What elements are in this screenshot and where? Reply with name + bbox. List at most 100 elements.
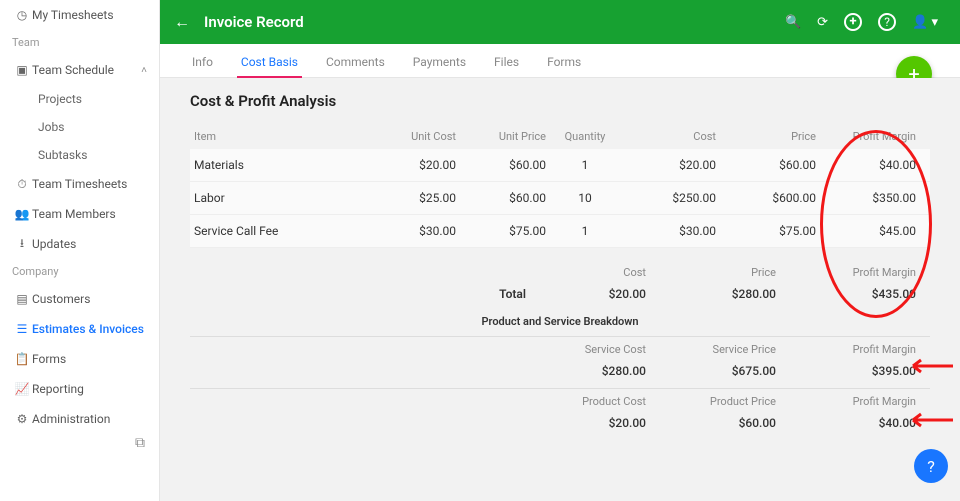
table-row: Materials$20.00$60.001$20.00$60.00$40.00 bbox=[190, 149, 930, 182]
sidebar-item-subtasks[interactable]: Subtasks bbox=[0, 141, 159, 169]
cell-cost: $20.00 bbox=[620, 149, 720, 181]
sidebar-item-estimates-invoices[interactable]: ☰ Estimates & Invoices bbox=[0, 314, 159, 344]
tab-bar: Info Cost Basis Comments Payments Files … bbox=[160, 44, 960, 78]
sidebar-item-label: Estimates & Invoices bbox=[32, 322, 147, 336]
sidebar-item-label: Team Members bbox=[32, 207, 147, 221]
account-menu[interactable]: 👤 ▾ bbox=[912, 15, 938, 30]
service-header: Service Cost Service Price Profit Margin bbox=[190, 339, 930, 360]
cell-profit-margin: $45.00 bbox=[820, 215, 920, 247]
product-price: $60.00 bbox=[650, 412, 780, 434]
cell-unit-price: $60.00 bbox=[460, 149, 550, 181]
refresh-icon[interactable]: ⟳ bbox=[817, 15, 828, 30]
sidebar-item-label: Updates bbox=[32, 237, 147, 251]
add-icon[interactable]: + bbox=[844, 13, 862, 31]
cell-unit-cost: $25.00 bbox=[370, 182, 460, 214]
sidebar-item-label: My Timesheets bbox=[32, 8, 147, 22]
label-cost: Cost bbox=[530, 262, 650, 283]
section-title: Cost & Profit Analysis bbox=[190, 92, 930, 110]
label-product-price: Product Price bbox=[650, 391, 780, 412]
label-price: Price bbox=[650, 262, 780, 283]
tab-comments[interactable]: Comments bbox=[312, 55, 399, 77]
service-price: $675.00 bbox=[650, 360, 780, 382]
breakdown-title: Product and Service Breakdown bbox=[190, 315, 930, 328]
tab-label: Payments bbox=[413, 55, 466, 69]
sidebar-item-administration[interactable]: ⚙ Administration bbox=[0, 404, 159, 434]
cell-unit-cost: $20.00 bbox=[370, 149, 460, 181]
collapse-sidebar-icon[interactable]: ⧉ bbox=[135, 435, 145, 451]
tab-label: Cost Basis bbox=[241, 55, 298, 69]
sidebar-item-label: Subtasks bbox=[38, 148, 87, 162]
sidebar-item-customers[interactable]: ▤ Customers bbox=[0, 284, 159, 314]
totals-row: Total $20.00 $280.00 $435.00 bbox=[190, 283, 930, 305]
sidebar-item-team-timesheets[interactable]: ⏱ Team Timesheets bbox=[0, 169, 159, 199]
download-icon: ⭳ bbox=[12, 234, 32, 255]
col-cost: Cost bbox=[620, 124, 720, 149]
col-price: Price bbox=[720, 124, 820, 149]
tab-label: Files bbox=[494, 55, 519, 69]
sidebar-item-label: Jobs bbox=[38, 120, 64, 134]
tab-files[interactable]: Files bbox=[480, 55, 533, 77]
sidebar-item-label: Projects bbox=[38, 92, 82, 106]
service-cost: $280.00 bbox=[530, 360, 650, 382]
cell-quantity: 1 bbox=[550, 215, 620, 247]
sidebar-item-label: Reporting bbox=[32, 382, 147, 396]
col-unit-price: Unit Price bbox=[460, 124, 550, 149]
clock-icon: ◷ bbox=[12, 8, 32, 22]
label-profit-margin: Profit Margin bbox=[780, 339, 920, 360]
label-product-cost: Product Cost bbox=[530, 391, 650, 412]
sidebar-item-reporting[interactable]: 📈 Reporting bbox=[0, 374, 159, 404]
content-area: Cost & Profit Analysis Item Unit Cost Un… bbox=[160, 78, 960, 501]
tab-info[interactable]: Info bbox=[178, 55, 227, 77]
cell-unit-price: $60.00 bbox=[460, 182, 550, 214]
help-icon[interactable]: ? bbox=[878, 13, 896, 31]
cell-unit-price: $75.00 bbox=[460, 215, 550, 247]
cell-cost: $250.00 bbox=[620, 182, 720, 214]
col-unit-cost: Unit Cost bbox=[370, 124, 460, 149]
sidebar-item-team-members[interactable]: 👥 Team Members bbox=[0, 199, 159, 229]
cell-cost: $30.00 bbox=[620, 215, 720, 247]
sidebar-item-updates[interactable]: ⭳ Updates bbox=[0, 229, 159, 259]
cell-profit-margin: $350.00 bbox=[820, 182, 920, 214]
chart-icon: 📈 bbox=[12, 382, 32, 396]
app-header: ← Invoice Record 🔍 ⟳ + ? 👤 ▾ bbox=[160, 0, 960, 44]
calendar-icon: ▣ bbox=[12, 63, 32, 77]
product-profit-margin: $40.00 bbox=[780, 412, 920, 434]
totals-header: Cost Price Profit Margin bbox=[190, 262, 930, 283]
table-row: Service Call Fee$30.00$75.001$30.00$75.0… bbox=[190, 215, 930, 248]
label-service-price: Service Price bbox=[650, 339, 780, 360]
tab-label: Info bbox=[192, 55, 213, 69]
page-title: Invoice Record bbox=[204, 13, 304, 31]
sidebar-item-team-schedule[interactable]: ▣ Team Schedule ˄ bbox=[0, 55, 159, 85]
sidebar-item-my-timesheets[interactable]: ◷ My Timesheets bbox=[0, 0, 159, 30]
sidebar-item-label: Forms bbox=[32, 352, 147, 366]
cell-item: Materials bbox=[190, 149, 370, 181]
sidebar-item-projects[interactable]: Projects bbox=[0, 85, 159, 113]
label-total: Total bbox=[190, 283, 530, 305]
sidebar-section-company: Company bbox=[0, 259, 159, 284]
total-cost: $20.00 bbox=[530, 283, 650, 305]
stopwatch-icon: ⏱ bbox=[12, 177, 32, 192]
cell-item: Labor bbox=[190, 182, 370, 214]
sidebar-item-jobs[interactable]: Jobs bbox=[0, 113, 159, 141]
back-button[interactable]: ← bbox=[174, 12, 190, 32]
col-profit-margin: Profit Margin bbox=[820, 124, 920, 149]
service-row: $280.00 $675.00 $395.00 bbox=[190, 360, 930, 382]
tab-cost-basis[interactable]: Cost Basis bbox=[227, 55, 312, 77]
tab-payments[interactable]: Payments bbox=[399, 55, 480, 77]
tab-label: Comments bbox=[326, 55, 385, 69]
label-profit-margin: Profit Margin bbox=[780, 391, 920, 412]
label-service-cost: Service Cost bbox=[530, 339, 650, 360]
help-button[interactable]: ? bbox=[914, 449, 948, 483]
col-item: Item bbox=[190, 124, 370, 149]
total-profit-margin: $435.00 bbox=[780, 283, 920, 305]
cell-price: $600.00 bbox=[720, 182, 820, 214]
product-header: Product Cost Product Price Profit Margin bbox=[190, 391, 930, 412]
service-profit-margin: $395.00 bbox=[780, 360, 920, 382]
sidebar-item-label: Team Timesheets bbox=[32, 177, 147, 191]
cell-unit-cost: $30.00 bbox=[370, 215, 460, 247]
search-icon[interactable]: 🔍 bbox=[785, 15, 801, 30]
sidebar-item-label: Administration bbox=[32, 412, 147, 426]
invoice-icon: ☰ bbox=[12, 322, 32, 336]
sidebar-item-forms[interactable]: 📋 Forms bbox=[0, 344, 159, 374]
tab-forms[interactable]: Forms bbox=[533, 55, 595, 77]
